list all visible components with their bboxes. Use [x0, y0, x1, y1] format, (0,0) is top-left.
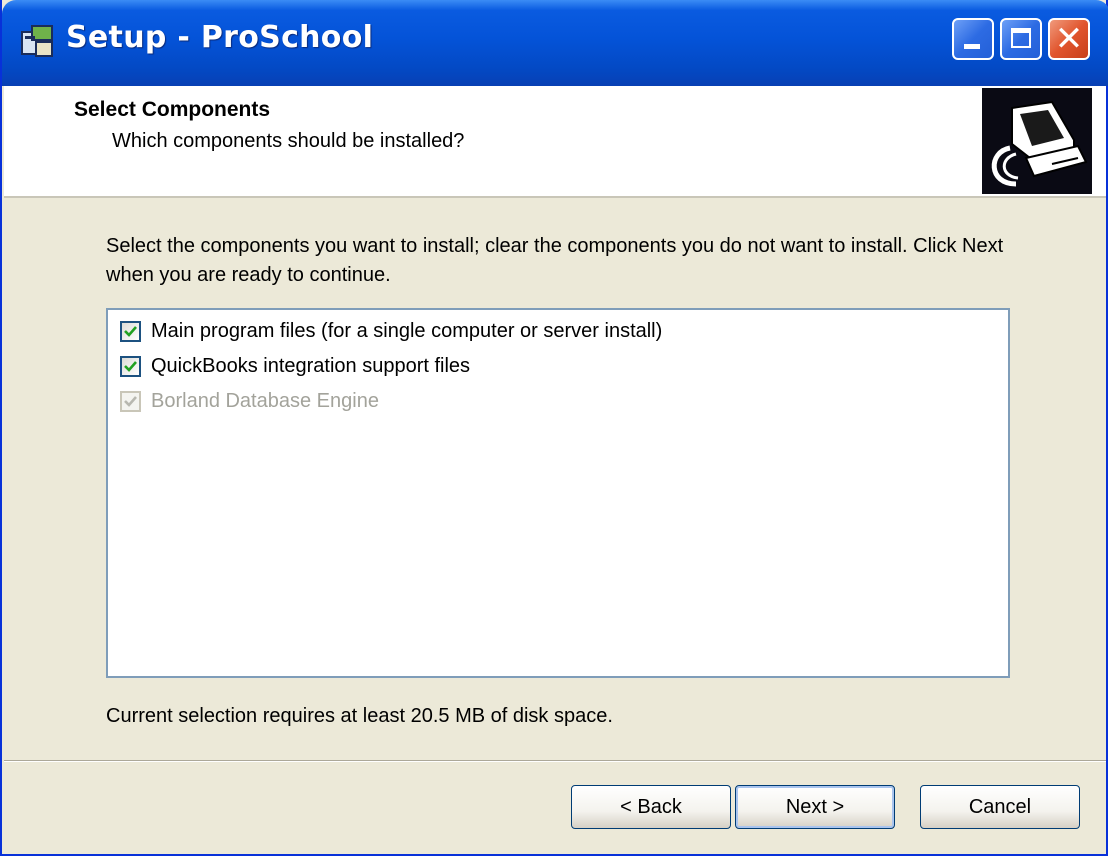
- setup-app-icon: [18, 22, 58, 62]
- component-checkbox[interactable]: [120, 320, 141, 342]
- component-checkbox-disabled: [120, 390, 141, 412]
- minimize-icon: [964, 44, 980, 49]
- wizard-header: Select Components Which components shoul…: [4, 86, 1106, 198]
- cancel-button[interactable]: Cancel: [920, 785, 1080, 829]
- disk-space-text: Current selection requires at least 20.5…: [106, 705, 613, 727]
- component-checkbox[interactable]: [120, 355, 141, 377]
- back-button[interactable]: < Back: [571, 785, 731, 829]
- next-button[interactable]: Next >: [735, 785, 895, 829]
- component-label: Main program files (for a single compute…: [151, 319, 663, 342]
- component-label: QuickBooks integration support files: [151, 354, 471, 377]
- components-list[interactable]: Main program files (for a single compute…: [106, 308, 1010, 678]
- installer-computer-icon: [982, 88, 1092, 194]
- close-icon: ✕: [1054, 19, 1084, 59]
- window-title: Setup - ProSchool: [66, 20, 374, 55]
- maximize-icon: [1011, 28, 1031, 48]
- instructions-text: Select the components you want to instal…: [106, 235, 1004, 286]
- page-subtitle: Which components should be installed?: [112, 130, 465, 152]
- title-bar[interactable]: Setup - ProSchool ✕: [2, 0, 1108, 86]
- component-main-program[interactable]: Main program files (for a single compute…: [120, 316, 662, 346]
- maximize-button[interactable]: [1000, 18, 1042, 60]
- checkmark-icon: [124, 395, 137, 407]
- checkmark-icon: [124, 325, 137, 337]
- button-separator: [4, 760, 1106, 762]
- component-label: Borland Database Engine: [151, 389, 379, 412]
- close-button[interactable]: ✕: [1048, 18, 1090, 60]
- minimize-button[interactable]: [952, 18, 994, 60]
- component-quickbooks[interactable]: QuickBooks integration support files: [120, 351, 470, 381]
- component-borland-bde: Borland Database Engine: [120, 386, 379, 416]
- page-title: Select Components: [74, 98, 271, 121]
- checkmark-icon: [124, 360, 137, 372]
- setup-window: Setup - ProSchool ✕ Select Components Wh…: [0, 0, 1108, 856]
